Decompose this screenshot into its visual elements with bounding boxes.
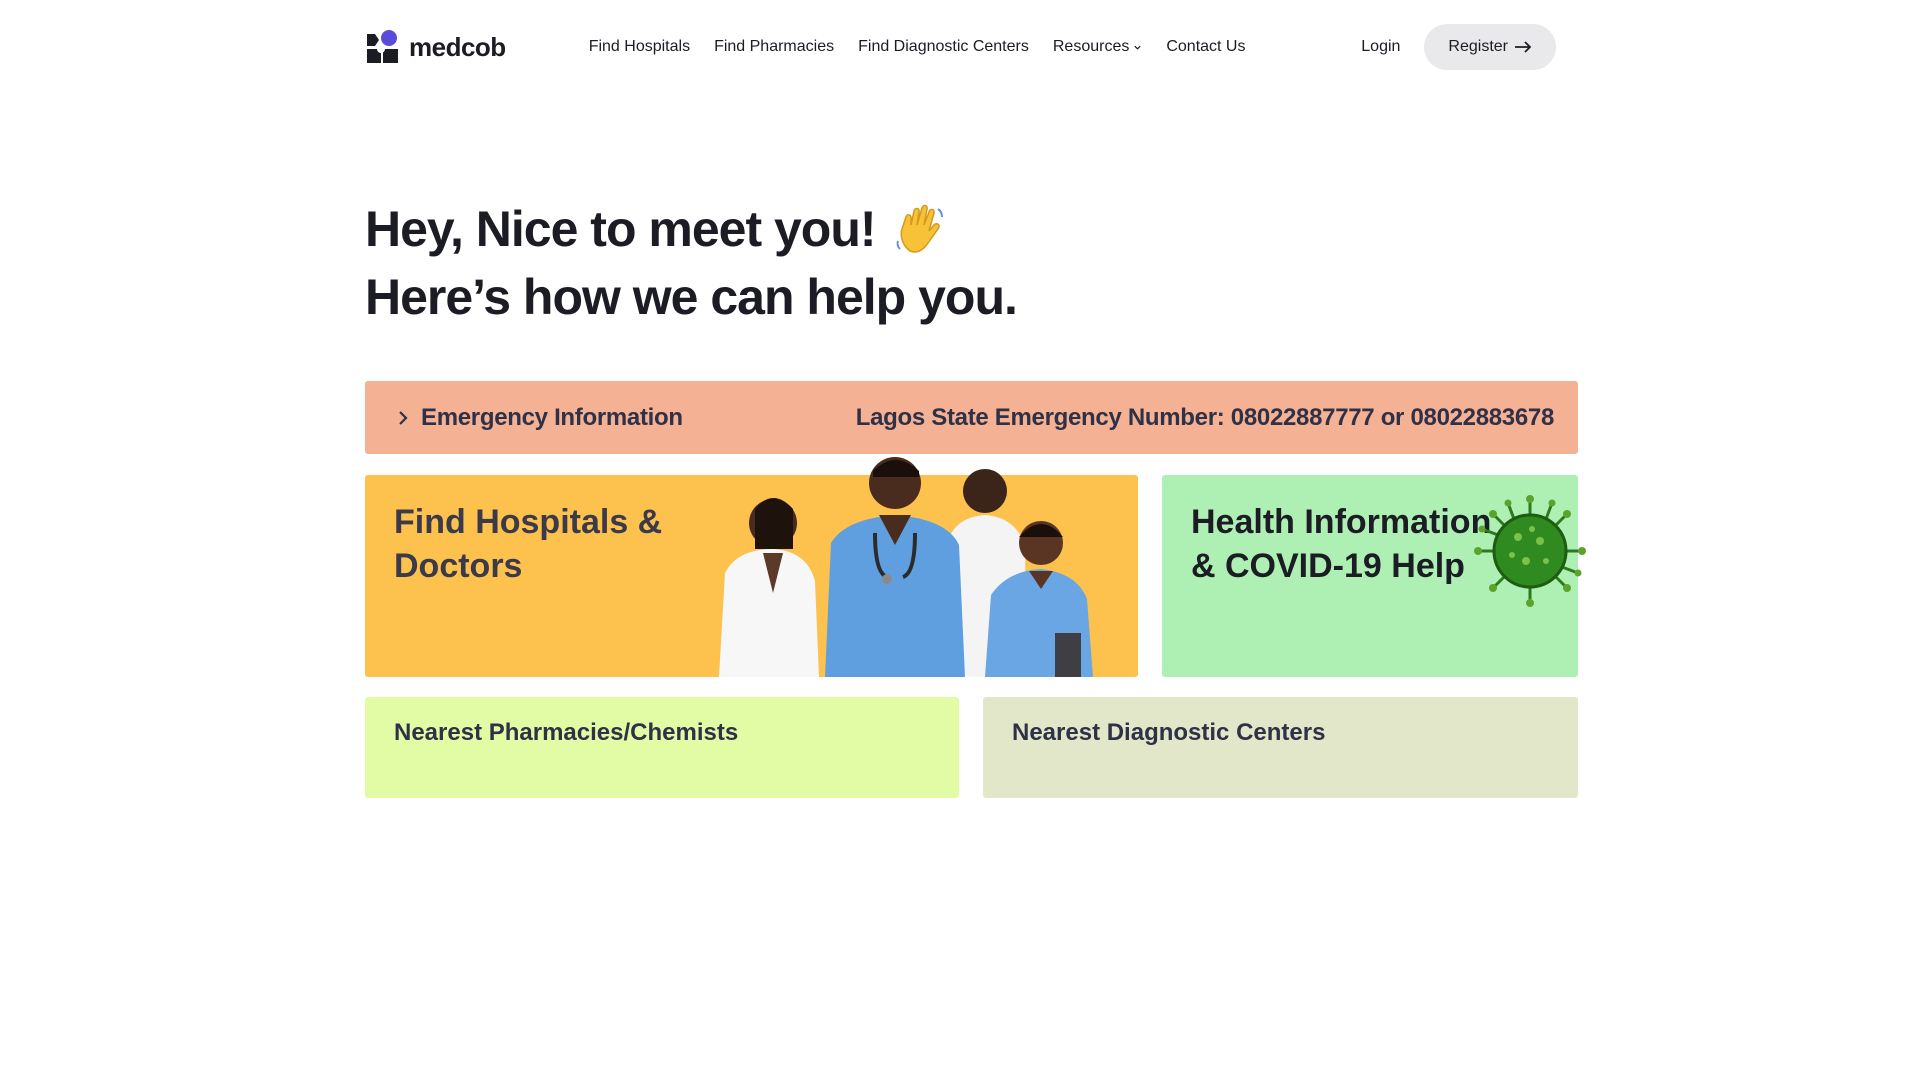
logo[interactable]: medcob (365, 30, 506, 64)
nav-contact-us[interactable]: Contact Us (1166, 38, 1245, 56)
emergency-title: Emergency Information (421, 403, 683, 431)
nav-resources-label: Resources (1052, 38, 1130, 55)
virus-icon (1474, 495, 1586, 607)
doctors-photo (719, 457, 1093, 677)
main-nav: Find Hospitals Find Pharmacies Find Diag… (589, 38, 1246, 56)
card-nearest-pharmacies-title: Nearest Pharmacies/Chemists (394, 719, 739, 746)
brand-name: medcob (409, 31, 506, 62)
nav-find-pharmacies[interactable]: Find Pharmacies (714, 38, 834, 56)
emergency-toggle: Emergency Information (395, 404, 683, 432)
nav-resources[interactable]: Resources (1053, 38, 1142, 56)
hero: Hey, Nice to meet you! Here’s how we can… (365, 195, 1018, 331)
card-nearest-diagnostic-centers-title: Nearest Diagnostic Centers (1012, 719, 1326, 746)
emergency-banner[interactable]: Emergency Information Lagos State Emerge… (365, 381, 1578, 454)
card-health-information[interactable]: Health Information & COVID-19 Help (1162, 475, 1586, 677)
card-find-hospitals-title: Find Hospitals & Doctors (394, 503, 663, 585)
chevron-down-icon (1134, 45, 1141, 50)
auth-actions: Login Register (1361, 24, 1556, 70)
login-link[interactable]: Login (1361, 38, 1400, 56)
arrow-right-icon (1515, 41, 1532, 53)
hero-greeting: Hey, Nice to meet you! (365, 201, 877, 257)
hero-heading-line-1: Hey, Nice to meet you! (365, 195, 1017, 263)
waving-hand-icon (896, 204, 943, 253)
chevron-right-icon (399, 410, 408, 425)
nav-find-diagnostic-centers[interactable]: Find Diagnostic Centers (858, 38, 1029, 56)
page: medcob Find Hospitals Find Pharmacies Fi… (0, 0, 1920, 1080)
card-nearest-pharmacies[interactable]: Nearest Pharmacies/Chemists (365, 697, 959, 798)
register-label: Register (1448, 38, 1508, 55)
emergency-number: Lagos State Emergency Number: 0802288777… (855, 403, 1555, 431)
card-health-information-title: Health Information & COVID-19 Help (1191, 503, 1492, 585)
card-nearest-diagnostic-centers[interactable]: Nearest Diagnostic Centers (983, 697, 1578, 798)
medcob-logo-icon (365, 30, 399, 64)
register-button[interactable]: Register (1424, 24, 1556, 70)
card-find-hospitals[interactable]: Find Hospitals & Doctors (365, 457, 1138, 677)
hero-heading-line-2: Here’s how we can help you. (365, 269, 1018, 325)
nav-find-hospitals[interactable]: Find Hospitals (589, 38, 690, 56)
site-header: medcob Find Hospitals Find Pharmacies Fi… (365, 24, 1556, 70)
